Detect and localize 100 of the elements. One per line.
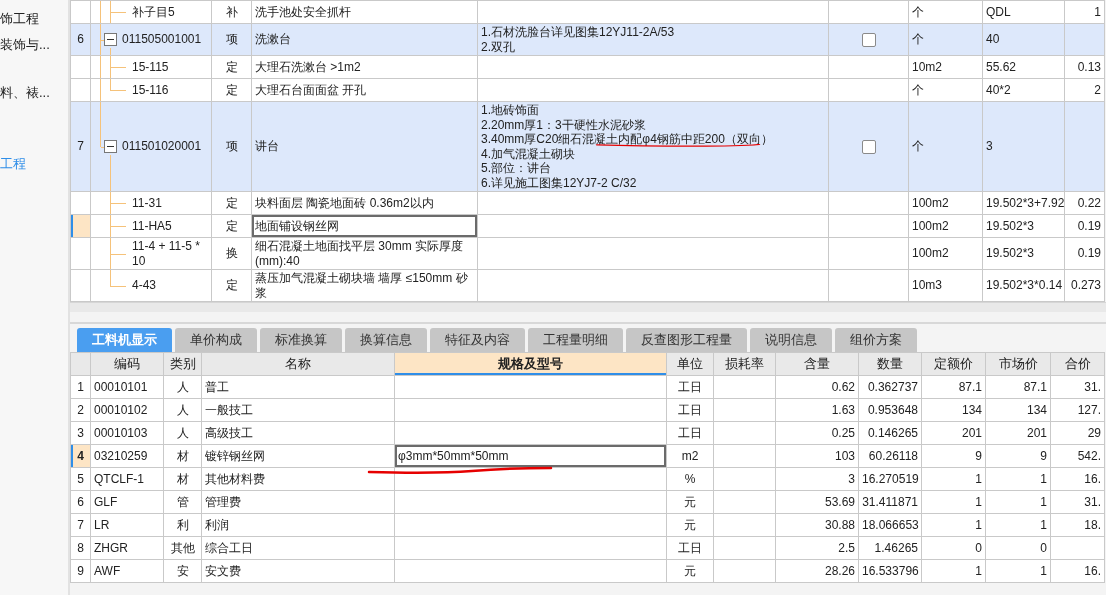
table-cell: 40: [982, 23, 1065, 56]
column-header[interactable]: 定额价: [921, 352, 986, 376]
table-cell: 00010101: [90, 375, 164, 399]
table-cell: 134: [985, 398, 1051, 422]
tree-item[interactable]: 装饰与...: [0, 36, 68, 54]
table-cell: 9: [921, 444, 986, 468]
column-header[interactable]: 含量: [775, 352, 859, 376]
table-cell: 管理费: [201, 490, 395, 514]
table-cell: 03210259: [90, 444, 164, 468]
table-cell: 0.13: [1064, 55, 1105, 79]
table-cell: 工日: [666, 536, 714, 560]
checkbox[interactable]: [861, 139, 876, 154]
tab[interactable]: 特征及内容: [430, 328, 525, 352]
column-header[interactable]: 数量: [858, 352, 922, 376]
column-header[interactable]: 名称: [201, 352, 395, 376]
table-cell: 0.25: [775, 421, 859, 445]
table-cell: 00010103: [90, 421, 164, 445]
table-cell: %: [666, 467, 714, 491]
table-cell: 0.19: [1064, 237, 1105, 270]
table-cell: 1: [1064, 0, 1105, 24]
table-cell: 工日: [666, 421, 714, 445]
feature-line: 2.双孔: [481, 39, 515, 54]
tab[interactable]: 工程量明细: [528, 328, 623, 352]
tree-item[interactable]: 料、裱...: [0, 84, 68, 102]
table-cell: 洗手池处安全抓杆: [251, 0, 478, 24]
table-cell: 1.46265: [858, 536, 922, 560]
table-cell: QTCLF-1: [90, 467, 164, 491]
tree-item[interactable]: 饰工程: [0, 10, 68, 28]
row-number: 6: [70, 490, 91, 514]
table-cell: 管: [163, 490, 202, 514]
table-cell: 蒸压加气混凝土砌块墙 墙厚 ≤150mm 砂浆: [251, 269, 478, 302]
table-cell: 1: [985, 513, 1051, 537]
code-cell: 补子目5: [90, 0, 212, 24]
collapse-icon[interactable]: [104, 139, 117, 153]
table-cell: QDL: [982, 0, 1065, 24]
collapse-icon[interactable]: [104, 32, 117, 46]
table-cell: 2: [1064, 78, 1105, 102]
table-cell: 1: [985, 559, 1051, 583]
tab[interactable]: 说明信息: [750, 328, 832, 352]
table-cell: 31.411871: [858, 490, 922, 514]
row-number: 5: [70, 467, 91, 491]
row-number: 7: [70, 513, 91, 537]
table-cell: 定: [211, 78, 252, 102]
column-header[interactable]: 类别: [163, 352, 202, 376]
feature-line: 6.详见施工图集12YJ7-2 C/32: [481, 175, 637, 190]
tab[interactable]: 换算信息: [345, 328, 427, 352]
column-header[interactable]: 规格及型号: [394, 352, 667, 376]
table-cell: 201: [985, 421, 1051, 445]
column-header[interactable]: 单位: [666, 352, 714, 376]
table-cell: 定: [211, 214, 252, 238]
tab[interactable]: 组价方案: [835, 328, 917, 352]
table-cell: 19.502*3+7.92: [982, 191, 1065, 215]
table-cell: 10m3: [908, 269, 983, 302]
table-cell: 工日: [666, 398, 714, 422]
table-cell: 元: [666, 490, 714, 514]
row-number: 8: [70, 536, 91, 560]
table-cell: 0: [921, 536, 986, 560]
table-cell: 0.273: [1064, 269, 1105, 302]
table-cell: 讲台: [251, 101, 478, 192]
tab[interactable]: 单价构成: [175, 328, 257, 352]
table-cell: 综合工日: [201, 536, 395, 560]
table-cell: 人: [163, 398, 202, 422]
table-cell: 元: [666, 559, 714, 583]
table-cell: 28.26: [775, 559, 859, 583]
table-cell: 134: [921, 398, 986, 422]
table-cell: 利: [163, 513, 202, 537]
table-cell: 542.: [1050, 444, 1105, 468]
column-header[interactable]: 损耗率: [713, 352, 776, 376]
table-cell: 0.22: [1064, 191, 1105, 215]
table-cell: 1: [985, 467, 1051, 491]
tab[interactable]: 标准换算: [260, 328, 342, 352]
row-number: 9: [70, 559, 91, 583]
feature-line: 1.石材洗脸台详见图集12YJ11-2A/53: [481, 25, 675, 40]
table-cell: 定: [211, 55, 252, 79]
table-cell: AWF: [90, 559, 164, 583]
tab[interactable]: 反查图形工程量: [626, 328, 747, 352]
table-cell: φ3mm*50mm*50mm: [398, 448, 509, 463]
table-cell: 87.1: [985, 375, 1051, 399]
table-cell: 9: [985, 444, 1051, 468]
table-cell: 个: [908, 101, 983, 192]
table-cell: 103: [775, 444, 859, 468]
column-header[interactable]: 编码: [90, 352, 164, 376]
column-header[interactable]: 合价: [1050, 352, 1105, 376]
column-header[interactable]: 市场价: [985, 352, 1051, 376]
code-cell: 4-43: [90, 269, 212, 302]
scroll-bar[interactable]: [70, 302, 1106, 312]
table-cell: 一般技工: [201, 398, 395, 422]
table-cell: 安: [163, 559, 202, 583]
table-cell: 项: [211, 101, 252, 192]
table-cell: 大理石台面面盆 开孔: [251, 78, 478, 102]
row-number: 1: [70, 375, 91, 399]
code-cell: 11-HA5: [90, 214, 212, 238]
table-cell: 定: [211, 269, 252, 302]
table-cell: 人: [163, 421, 202, 445]
table-cell: 材: [163, 467, 202, 491]
checkbox[interactable]: [861, 32, 876, 47]
table-cell: 地面铺设钢丝网: [251, 214, 478, 238]
code-cell: 11-4 + 11-5 * 10: [90, 237, 212, 270]
table-cell: 换: [211, 237, 252, 270]
table-cell: 60.26118: [858, 444, 922, 468]
